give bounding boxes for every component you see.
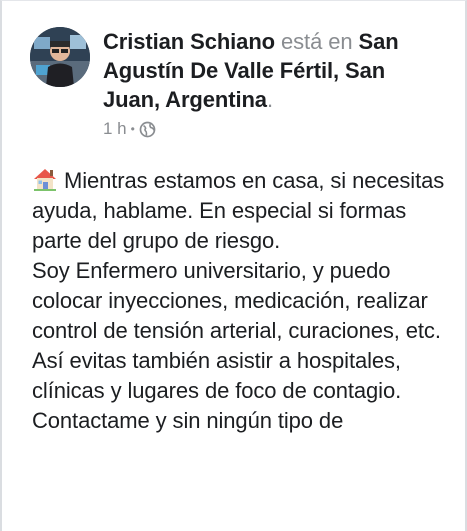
post-header-text: Cristian Schiano está en San Agustín De … [103,27,443,114]
post-meta: 1 h • [103,119,156,139]
post-paragraph-4: Contactame y sin ningún tipo de [32,408,344,433]
post-body: Mientras estamos en casa, si necesitas a… [32,166,452,436]
globe-icon[interactable] [139,121,156,138]
header-period: . [266,87,273,112]
author-name[interactable]: Cristian Schiano [103,29,275,54]
avatar-photo-icon [30,27,90,87]
post-paragraph-1: Mientras estamos en casa, si necesitas a… [32,166,452,256]
meta-separator: • [130,122,135,136]
post-timestamp[interactable]: 1 h [103,119,127,139]
post-line-1: Mientras estamos en casa, si necesitas a… [32,168,445,253]
post-paragraph-2: Soy Enfermero universitario, y puedo col… [32,258,441,343]
avatar[interactable] [30,27,90,87]
checkin-verb: está en [281,29,353,54]
post-paragraph-3: Así evitas también asistir a hospitales,… [32,348,402,403]
post-card: Cristian Schiano está en San Agustín De … [0,0,467,531]
house-icon [32,167,58,191]
